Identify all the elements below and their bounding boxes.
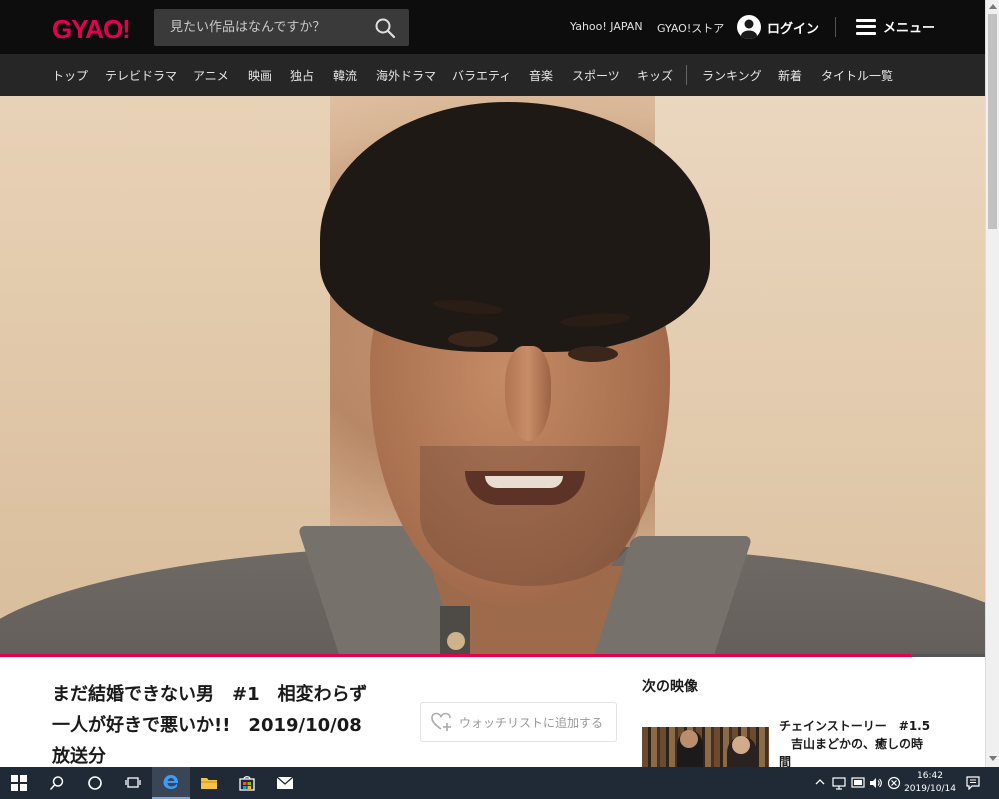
next-video-thumbnail[interactable] <box>642 727 769 767</box>
nav-item-overseas-drama[interactable]: 海外ドラマ <box>376 67 436 84</box>
nav-item-exclusive[interactable]: 独占 <box>290 67 314 84</box>
yahoo-japan-link[interactable]: Yahoo! JAPAN <box>570 20 643 33</box>
gyao-store-link[interactable]: GYAO!ストア <box>657 20 724 36</box>
nav-item-music[interactable]: 音楽 <box>529 67 553 84</box>
login-label: ログイン <box>767 21 820 37</box>
store-bag-icon <box>239 776 255 791</box>
search-box <box>154 9 409 46</box>
next-video-title[interactable]: チェインストーリー #1.5 吉山まどかの、癒しの時 間 <box>779 717 944 771</box>
site-header: GYAO! Yahoo! JAPAN GYAO!ストア ログイン メニュー <box>0 0 985 54</box>
task-view-icon <box>125 777 141 788</box>
clock-date: 2019/10/14 <box>904 784 956 794</box>
watchlist-label: ウォッチリストに追加する <box>459 715 604 730</box>
mail-envelope-icon <box>276 776 294 789</box>
clock-time: 16:42 <box>917 771 943 781</box>
menu-label: メニュー <box>883 21 936 36</box>
hamburger-icon <box>856 18 876 35</box>
cortana-button[interactable] <box>76 767 114 799</box>
search-icon <box>49 776 64 791</box>
task-view-button[interactable] <box>114 767 152 799</box>
nav-divider <box>686 65 687 85</box>
taskbar-store-button[interactable] <box>228 767 266 799</box>
nav-item-anime[interactable]: アニメ <box>193 67 229 84</box>
taskbar-mail-button[interactable] <box>266 767 304 799</box>
action-center-icon[interactable] <box>966 776 980 790</box>
taskbar-edge-button[interactable] <box>152 767 190 799</box>
header-divider <box>835 17 836 37</box>
episode-info: まだ結婚できない男 #1 相変わらず 一人が好きで悪いか!! 2019/10/0… <box>0 657 985 769</box>
category-nav: トップ テレビドラマ アニメ 映画 独占 韓流 海外ドラマ バラエティ 音楽 ス… <box>0 54 985 96</box>
next-video-heading: 次の映像 <box>642 679 698 695</box>
add-to-watchlist-button[interactable]: ウォッチリストに追加する <box>420 702 617 742</box>
taskbar-search-button[interactable] <box>38 767 76 799</box>
heart-plus-icon <box>431 712 451 731</box>
ime-off-icon[interactable] <box>887 776 901 790</box>
scroll-up-arrow-icon[interactable] <box>989 4 997 9</box>
nav-item-top[interactable]: トップ <box>52 67 88 84</box>
windows-logo-icon <box>11 775 27 791</box>
nav-item-tv-drama[interactable]: テレビドラマ <box>105 67 177 84</box>
scroll-down-arrow-icon[interactable] <box>989 756 997 761</box>
app-window: GYAO! Yahoo! JAPAN GYAO!ストア ログイン メニュー <box>0 0 999 799</box>
search-icon[interactable] <box>374 17 396 39</box>
gyao-logo[interactable]: GYAO! <box>52 14 131 45</box>
login-button[interactable]: ログイン <box>737 15 819 39</box>
windows-taskbar: 16:42 2019/10/14 <box>0 767 999 799</box>
nav-item-variety[interactable]: バラエティ <box>452 67 511 84</box>
start-button[interactable] <box>0 767 38 799</box>
display-icon[interactable] <box>851 776 865 790</box>
search-input[interactable] <box>154 9 369 46</box>
page-scrollbar[interactable] <box>985 0 999 767</box>
video-player[interactable] <box>0 96 985 656</box>
edge-browser-icon <box>163 775 179 789</box>
taskbar-explorer-button[interactable] <box>190 767 228 799</box>
episode-title: まだ結婚できない男 #1 相変わらず 一人が好きで悪いか!! 2019/10/0… <box>52 684 368 767</box>
tray-chevron-up-icon[interactable] <box>814 776 826 788</box>
user-icon <box>737 15 761 39</box>
taskbar-clock[interactable]: 16:42 2019/10/14 <box>902 770 958 796</box>
volume-icon[interactable] <box>869 776 883 790</box>
cortana-circle-icon <box>88 776 102 790</box>
menu-button[interactable]: メニュー <box>856 17 935 36</box>
scrollbar-thumb[interactable] <box>988 14 997 229</box>
nav-item-new[interactable]: 新着 <box>778 67 802 84</box>
nav-item-sports[interactable]: スポーツ <box>572 67 620 84</box>
nav-item-title-list[interactable]: タイトル一覧 <box>821 67 893 84</box>
nav-item-movie[interactable]: 映画 <box>248 67 272 84</box>
nav-item-korean[interactable]: 韓流 <box>333 67 357 84</box>
nav-item-kids[interactable]: キッズ <box>637 67 673 84</box>
folder-icon <box>201 778 217 789</box>
network-icon[interactable] <box>832 776 846 790</box>
nav-item-ranking[interactable]: ランキング <box>702 67 762 84</box>
